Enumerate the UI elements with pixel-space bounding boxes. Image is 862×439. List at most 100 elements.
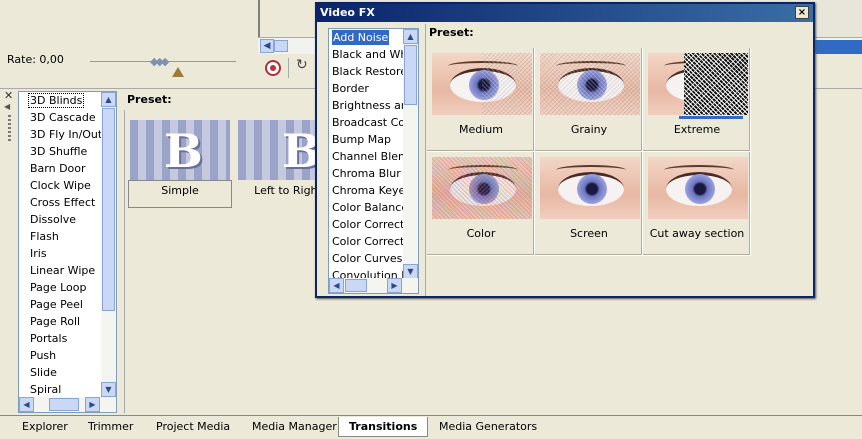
scroll-thumb[interactable] — [49, 398, 79, 411]
transition-item-label: Portals — [30, 332, 68, 345]
fx-preset-grainy[interactable]: Grainy — [535, 48, 643, 152]
transition-item-slide[interactable]: Slide — [19, 364, 102, 381]
fx-item-color-balance[interactable]: Color Balance — [329, 199, 404, 216]
rate-marker-icon[interactable] — [172, 67, 184, 77]
scroll-left-icon[interactable]: ◀ — [260, 39, 274, 53]
scroll-thumb[interactable] — [345, 279, 367, 292]
preset-label: Color — [466, 227, 496, 240]
scroll-right-icon[interactable]: ▶ — [85, 397, 100, 412]
fx-item-color-curves[interactable]: Color Curves — [329, 250, 404, 267]
eye-thumbnail — [540, 157, 640, 219]
preset-simple[interactable]: B Simple — [127, 110, 233, 216]
tab-media-manager[interactable]: Media Manager — [242, 417, 347, 437]
fx-item-chroma-blur[interactable]: Chroma Blur — [329, 165, 404, 182]
fx-item-black-and-white[interactable]: Black and White — [329, 46, 404, 63]
preset-label: Simple — [161, 184, 199, 197]
fx-item-label: Chroma Blur — [332, 167, 401, 180]
transition-item-linear-wipe[interactable]: Linear Wipe — [19, 262, 102, 279]
transition-item-page-roll[interactable]: Page Roll — [19, 313, 102, 330]
fx-item-color-corrector-secondary[interactable]: Color Corrector (Secondary) — [329, 233, 404, 250]
transition-item-clock-wipe[interactable]: Clock Wipe — [19, 177, 102, 194]
transition-item-3d-blinds[interactable]: 3D Blinds — [19, 92, 102, 109]
fx-preset-cut-away-section[interactable]: Cut away section — [643, 152, 751, 256]
eye-thumbnail — [648, 157, 748, 219]
fx-item-add-noise[interactable]: Add Noise — [329, 29, 404, 46]
transition-item-3d-cascade[interactable]: 3D Cascade — [19, 109, 102, 126]
grip-dots-icon[interactable] — [8, 115, 11, 141]
fx-item-label: Color Corrector (Secondary) — [332, 235, 404, 248]
fx-item-border[interactable]: Border — [329, 80, 404, 97]
transition-item-label: Page Peel — [30, 298, 83, 311]
fx-preset-label: Preset: — [429, 26, 474, 39]
transition-item-portals[interactable]: Portals — [19, 330, 102, 347]
transition-item-label: Iris — [30, 247, 47, 260]
tab-trimmer[interactable]: Trimmer — [78, 417, 143, 437]
fx-list-vscroll[interactable]: ▲ ▼ — [403, 29, 418, 279]
fx-preset-color[interactable]: Color — [427, 152, 535, 256]
fx-preset-extreme[interactable]: Extreme — [643, 48, 751, 152]
transition-item-spiral[interactable]: Spiral — [19, 381, 102, 397]
fx-item-bump-map[interactable]: Bump Map — [329, 131, 404, 148]
transitions-list-hscroll[interactable]: ◀ ▶ — [19, 397, 116, 412]
record-icon[interactable] — [265, 60, 281, 76]
scroll-down-icon[interactable]: ▼ — [403, 264, 418, 279]
fx-item-label: Black and White — [332, 48, 404, 61]
fx-preset-screen[interactable]: Screen — [535, 152, 643, 256]
rate-slider-handle-icon[interactable]: ◆◆◆ — [150, 55, 169, 68]
video-fx-window[interactable]: Video FX × Add Noise Black and White Black… — [315, 2, 815, 298]
fx-item-channel-blend[interactable]: Channel Blend — [329, 148, 404, 165]
transition-item-page-loop[interactable]: Page Loop — [19, 279, 102, 296]
transitions-list-vscroll[interactable]: ▲ ▼ — [101, 92, 116, 397]
scroll-left-icon[interactable]: ◀ — [329, 278, 344, 293]
transition-item-3d-fly-in-out[interactable]: 3D Fly In/Out — [19, 126, 102, 143]
window-title[interactable]: Video FX — [317, 4, 813, 22]
transition-item-barn-door[interactable]: Barn Door — [19, 160, 102, 177]
tab-media-generators[interactable]: Media Generators — [429, 417, 547, 437]
close-icon[interactable]: × — [795, 6, 809, 19]
fx-item-black-restore[interactable]: Black Restore — [329, 63, 404, 80]
transition-item-flash[interactable]: Flash — [19, 228, 102, 245]
tab-explorer[interactable]: Explorer — [12, 417, 78, 437]
fx-item-label: Color Corrector — [332, 218, 404, 231]
scroll-thumb[interactable] — [404, 45, 417, 105]
scroll-up-icon[interactable]: ▲ — [403, 29, 418, 44]
close-panel-icon[interactable]: ✕ — [4, 90, 16, 101]
fx-item-broadcast-colors[interactable]: Broadcast Colors — [329, 114, 404, 131]
transition-item-label: Page Roll — [30, 315, 81, 328]
noise-overlay — [540, 53, 640, 115]
loop-icon[interactable]: ↻ — [296, 57, 308, 73]
eye-thumbnail — [648, 53, 748, 115]
toolbar-separator — [288, 58, 289, 78]
transition-item-cross-effect[interactable]: Cross Effect — [19, 194, 102, 211]
transitions-list[interactable]: 3D Blinds 3D Cascade 3D Fly In/Out 3D Shuff… — [18, 91, 117, 413]
fx-item-label: Channel Blend — [332, 150, 404, 163]
scroll-up-icon[interactable]: ▲ — [101, 92, 116, 107]
fx-item-brightness-and-contrast[interactable]: Brightness and Contrast — [329, 97, 404, 114]
video-fx-list[interactable]: Add Noise Black and White Black Restore Bor… — [328, 28, 419, 294]
scroll-thumb[interactable] — [102, 108, 115, 311]
preset-selection-bar — [679, 116, 743, 119]
transition-item-page-peel[interactable]: Page Peel — [19, 296, 102, 313]
dock-arrow-icon[interactable]: ◀ — [4, 102, 16, 111]
transition-item-label: Slide — [30, 366, 57, 379]
tab-project-media[interactable]: Project Media — [146, 417, 240, 437]
fx-item-color-corrector[interactable]: Color Corrector — [329, 216, 404, 233]
rate-label: Rate: 0,00 — [7, 53, 64, 66]
scroll-down-icon[interactable]: ▼ — [101, 382, 116, 397]
transition-item-label: 3D Shuffle — [30, 145, 88, 158]
transition-item-dissolve[interactable]: Dissolve — [19, 211, 102, 228]
transition-item-iris[interactable]: Iris — [19, 245, 102, 262]
tab-transitions[interactable]: Transitions — [338, 417, 429, 437]
panel-grip[interactable]: ✕ ◀ — [4, 90, 16, 150]
fx-list-hscroll[interactable]: ◀ ▶ — [329, 278, 418, 293]
fx-preset-medium[interactable]: Medium — [427, 48, 535, 152]
transition-item-3d-shuffle[interactable]: 3D Shuffle — [19, 143, 102, 160]
scroll-thumb[interactable] — [274, 40, 288, 52]
scroll-left-icon[interactable]: ◀ — [19, 397, 34, 412]
transition-item-push[interactable]: Push — [19, 347, 102, 364]
fx-item-label: Add Noise — [332, 30, 390, 45]
transition-item-label: Clock Wipe — [30, 179, 91, 192]
eye-thumbnail — [432, 157, 532, 219]
scroll-right-icon[interactable]: ▶ — [387, 278, 402, 293]
fx-item-chroma-keyer[interactable]: Chroma Keyer — [329, 182, 404, 199]
